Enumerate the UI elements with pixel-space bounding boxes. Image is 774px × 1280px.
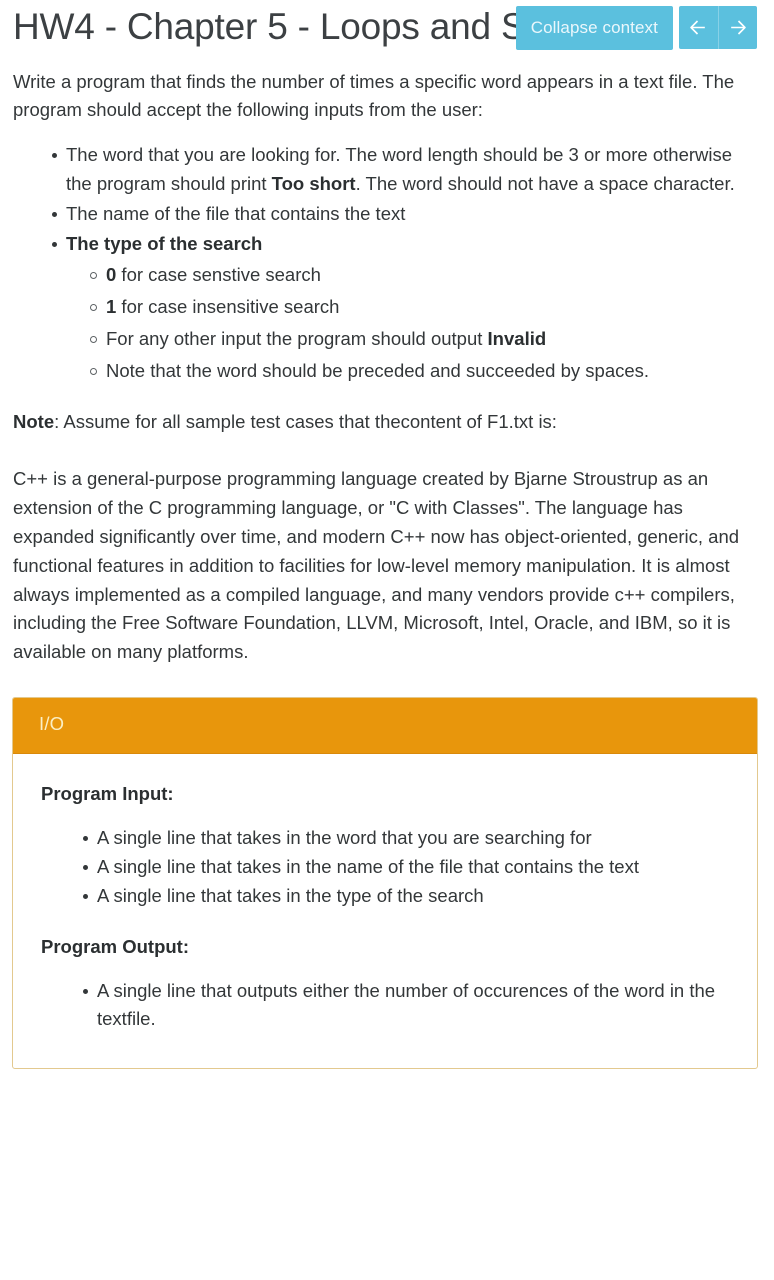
assignment-page: Collapse context HW4 - Chapter 5 - Loops… — [0, 0, 774, 1280]
list-item: Note that the word should be preceded an… — [90, 355, 758, 387]
list-item: A single line that outputs either the nu… — [83, 977, 729, 1035]
option-text: Note that the word should be preceded an… — [106, 359, 650, 381]
io-panel-header: I/O — [13, 698, 757, 755]
option-bold-after: Invalid — [487, 327, 547, 349]
requirements-list: The word that you are looking for. The w… — [12, 141, 758, 386]
note-text: : Assume for all sample test cases that … — [54, 411, 557, 433]
search-type-label: The type of the search — [66, 233, 263, 255]
requirement-bold: Too short — [271, 173, 356, 195]
search-type-list: 0 for case senstive search 1 for case in… — [66, 259, 758, 386]
io-panel-title: I/O — [39, 713, 65, 735]
program-output-heading: Program Output: — [41, 935, 189, 957]
list-item: For any other input the program should o… — [90, 323, 758, 355]
intro-paragraph: Write a program that finds the number of… — [13, 70, 735, 121]
program-output-list: A single line that outputs either the nu… — [41, 977, 729, 1035]
list-item: 1 for case insensitive search — [90, 291, 758, 323]
requirement-text-before: The name of the file that contains the t… — [66, 203, 406, 225]
program-input-heading: Program Input: — [41, 783, 174, 805]
sample-file-content: C++ is a general-purpose programming lan… — [13, 468, 740, 663]
option-text: For any other input the program should o… — [106, 327, 488, 349]
list-item: A single line that takes in the word tha… — [83, 824, 729, 853]
list-item-search-type: The type of the search 0 for case sensti… — [52, 230, 758, 386]
list-item: The word that you are looking for. The w… — [52, 141, 758, 199]
list-item: The name of the file that contains the t… — [52, 200, 758, 229]
io-panel-body: Program Input: A single line that takes … — [13, 754, 757, 1068]
program-input-list: A single line that takes in the word tha… — [41, 824, 729, 911]
arrow-left-icon — [689, 18, 708, 37]
list-item: A single line that takes in the type of … — [83, 882, 729, 911]
context-toolbar: Collapse context — [515, 6, 757, 50]
arrow-right-icon — [728, 18, 747, 37]
content-area: HW4 - Chapter 5 - Loops and Strings Writ… — [0, 4, 774, 1070]
collapse-context-button[interactable]: Collapse context — [515, 6, 673, 50]
list-item: A single line that takes in the name of … — [83, 853, 729, 882]
note-label: Note — [13, 411, 55, 433]
nav-button-group — [679, 6, 757, 49]
option-value: 0 — [106, 264, 117, 286]
previous-button[interactable] — [679, 6, 718, 49]
note-paragraph: Note: Assume for all sample test cases t… — [13, 408, 758, 437]
next-button[interactable] — [718, 6, 757, 49]
requirement-text-after: . The word should not have a space chara… — [355, 173, 735, 195]
option-text: for case senstive search — [116, 264, 321, 286]
list-item: 0 for case senstive search — [90, 259, 758, 291]
option-text: for case insensitive search — [116, 295, 340, 317]
option-value: 1 — [106, 295, 117, 317]
io-panel: I/O Program Input: A single line that ta… — [12, 697, 758, 1070]
